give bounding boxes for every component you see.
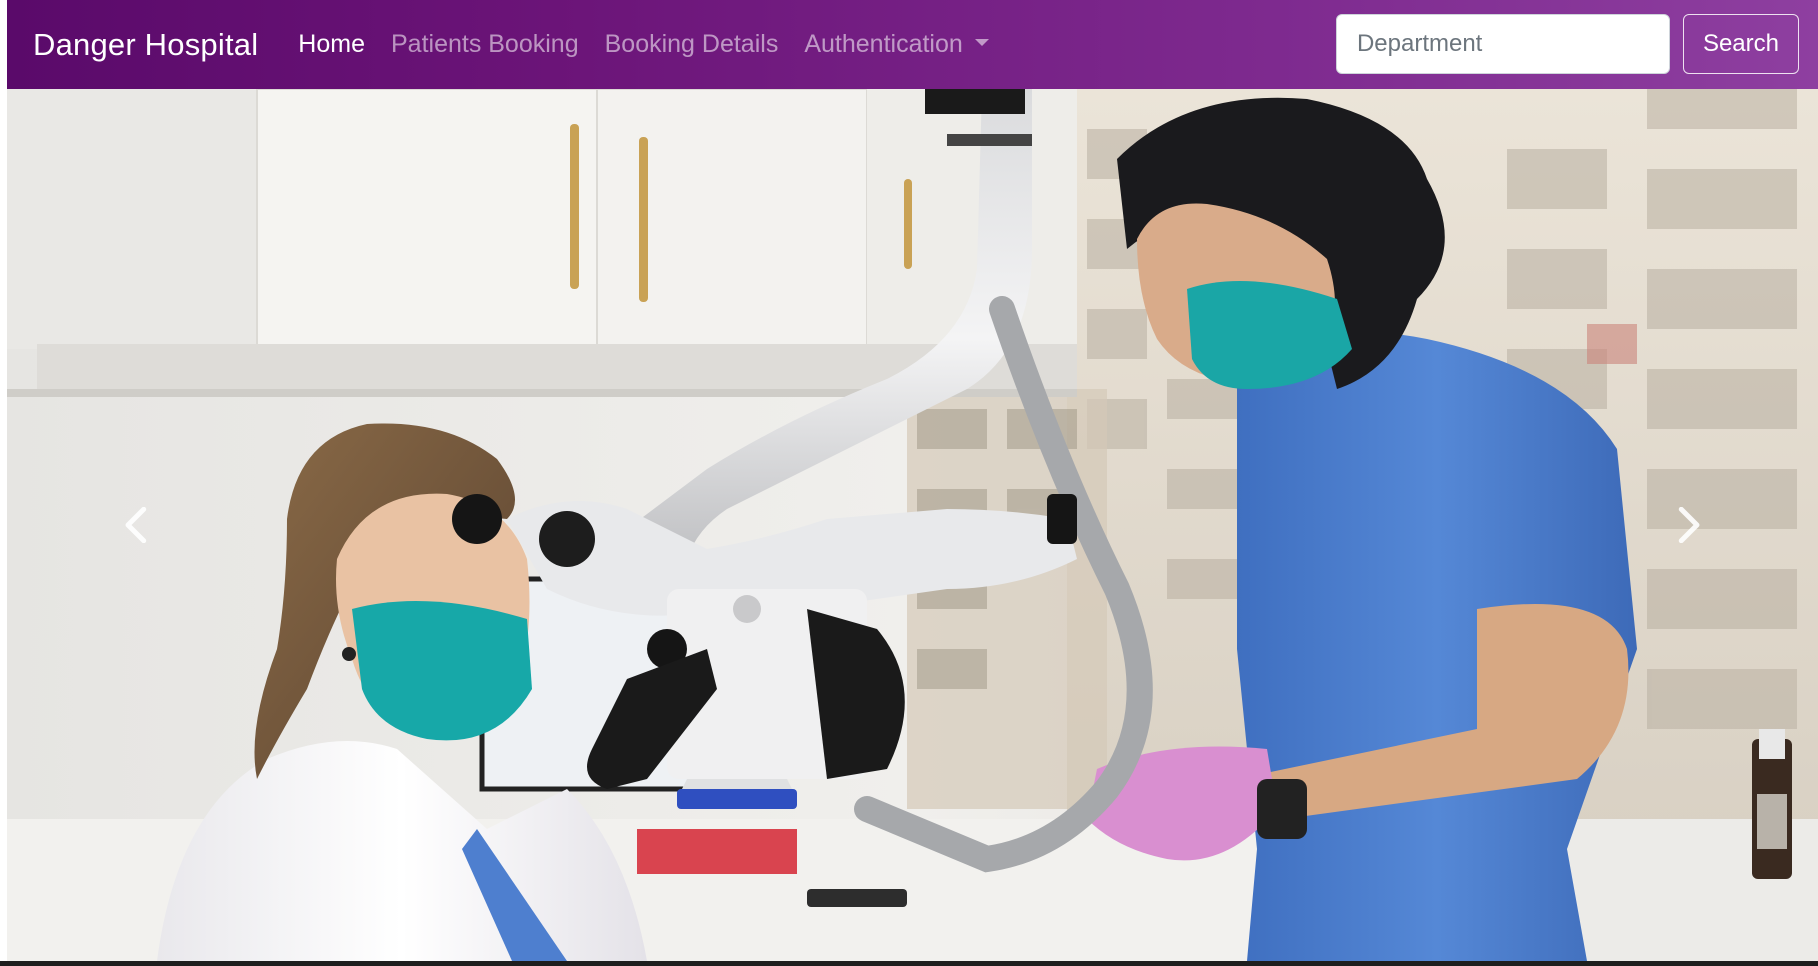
- carousel-next-button[interactable]: [1558, 89, 1818, 961]
- nav-links: Home Patients Booking Booking Details Au…: [298, 0, 1014, 89]
- nav-dropdown-authentication[interactable]: Authentication: [804, 30, 989, 59]
- nav-link-home[interactable]: Home: [298, 30, 365, 59]
- caret-down-icon: [974, 38, 989, 46]
- hero-carousel: [7, 89, 1818, 961]
- chevron-right-icon: [1678, 507, 1700, 543]
- nav-link-patients-booking[interactable]: Patients Booking: [391, 30, 579, 59]
- top-navbar: Danger Hospital Home Patients Booking Bo…: [7, 0, 1818, 89]
- chevron-left-icon: [125, 507, 147, 543]
- nav-dropdown-authentication-label: Authentication: [804, 30, 963, 58]
- page-frame: Danger Hospital Home Patients Booking Bo…: [7, 0, 1818, 961]
- nav-link-booking-details[interactable]: Booking Details: [605, 30, 779, 59]
- department-search-input[interactable]: [1335, 14, 1670, 74]
- page-bottom-divider: [0, 961, 1818, 966]
- search-button[interactable]: Search: [1682, 14, 1799, 74]
- search-form: Search: [1335, 14, 1799, 74]
- brand-logo-text[interactable]: Danger Hospital: [33, 27, 258, 63]
- carousel-slide-image: [7, 89, 1818, 961]
- carousel-prev-button[interactable]: [7, 89, 267, 961]
